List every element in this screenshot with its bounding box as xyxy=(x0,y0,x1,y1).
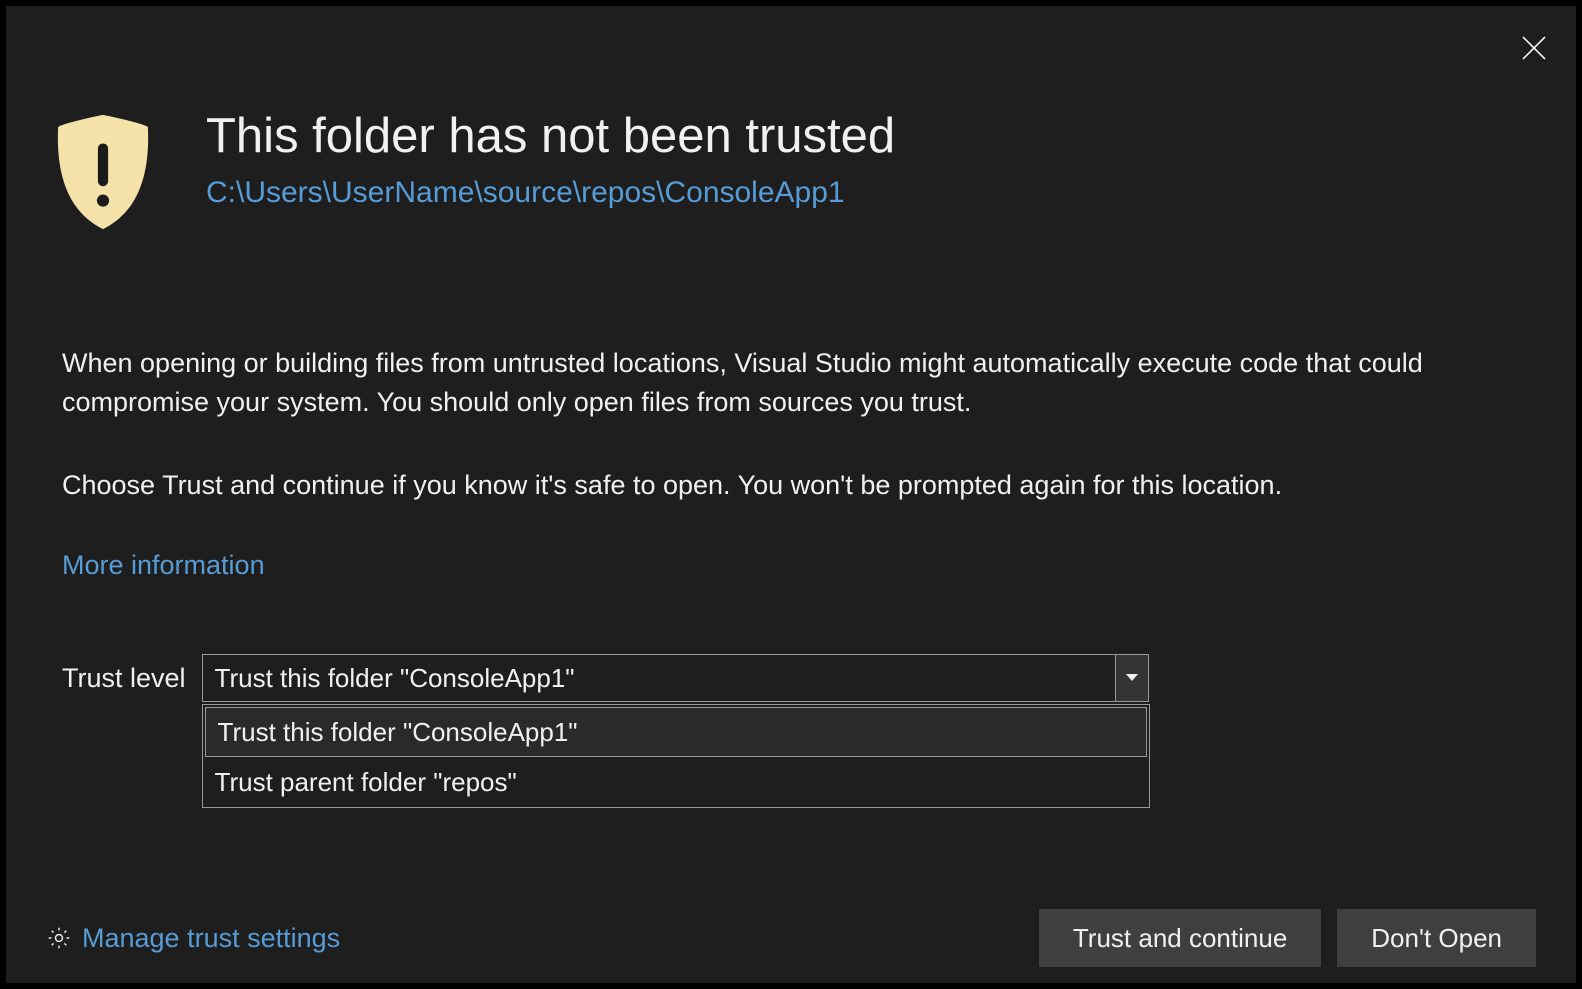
trust-level-option-this-folder[interactable]: Trust this folder "ConsoleApp1" xyxy=(205,707,1147,757)
manage-trust-settings-link[interactable]: Manage trust settings xyxy=(46,923,340,954)
more-information-link[interactable]: More information xyxy=(62,550,265,581)
manage-trust-settings-label: Manage trust settings xyxy=(82,923,340,954)
folder-path: C:\Users\UserName\source\repos\ConsoleAp… xyxy=(206,176,895,210)
trust-and-continue-button[interactable]: Trust and continue xyxy=(1039,909,1321,967)
shield-warning-icon xyxy=(52,108,154,236)
trust-dialog: This folder has not been trusted C:\User… xyxy=(6,6,1576,983)
chevron-down-icon xyxy=(1126,674,1138,682)
body-paragraph-2: Choose Trust and continue if you know it… xyxy=(62,466,1482,505)
gear-icon xyxy=(46,925,72,951)
dialog-footer: Manage trust settings Trust and continue… xyxy=(6,893,1576,983)
trust-level-dropdown-list: Trust this folder "ConsoleApp1" Trust pa… xyxy=(202,704,1150,808)
body-paragraph-1: When opening or building files from untr… xyxy=(62,344,1482,422)
close-icon xyxy=(1520,34,1548,62)
trust-level-selected-value: Trust this folder "ConsoleApp1" xyxy=(203,655,1116,701)
trust-level-row: Trust level Trust this folder "ConsoleAp… xyxy=(62,654,1149,702)
dont-open-button[interactable]: Don't Open xyxy=(1337,909,1536,967)
close-button[interactable] xyxy=(1512,26,1556,70)
trust-level-label: Trust level xyxy=(62,663,186,694)
dialog-title: This folder has not been trusted xyxy=(206,108,895,164)
trust-level-option-parent-folder[interactable]: Trust parent folder "repos" xyxy=(203,757,1149,807)
trust-level-combobox[interactable]: Trust this folder "ConsoleApp1" xyxy=(202,654,1149,702)
dialog-header: This folder has not been trusted C:\User… xyxy=(52,108,895,236)
combobox-dropdown-button[interactable] xyxy=(1116,655,1148,701)
dialog-body: When opening or building files from untr… xyxy=(62,344,1482,513)
